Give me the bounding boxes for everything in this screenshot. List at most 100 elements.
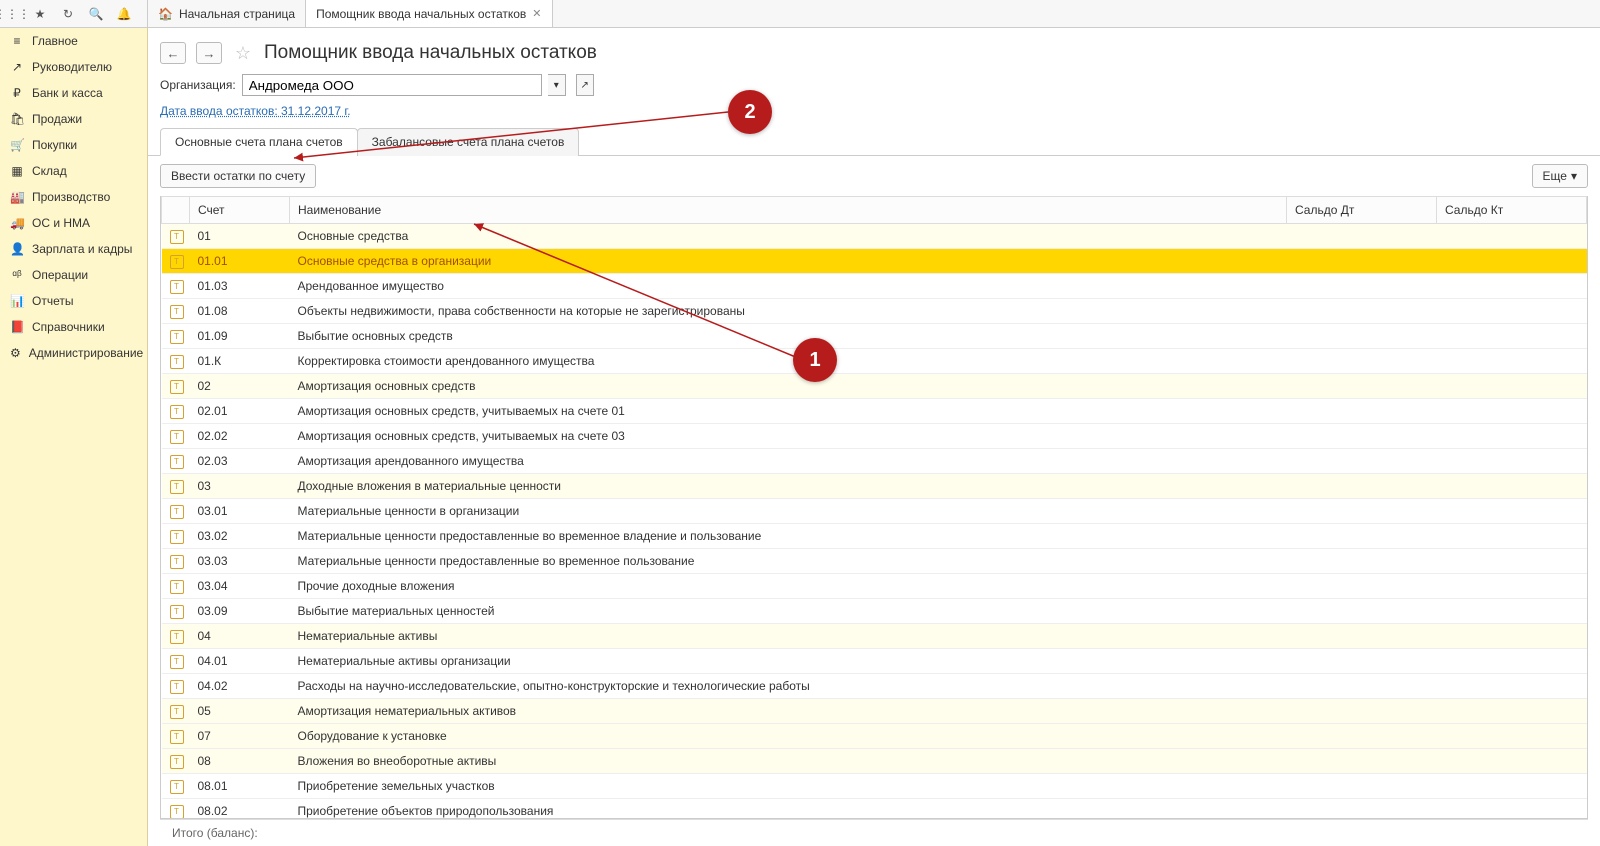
table-row[interactable]: Т03Доходные вложения в материальные ценн… xyxy=(162,474,1587,499)
open-button[interactable]: ↗ xyxy=(576,74,594,96)
table-row[interactable]: Т08.02Приобретение объектов природопольз… xyxy=(162,799,1587,820)
sidebar-item[interactable]: 🛒 Покупки xyxy=(0,132,147,158)
close-icon[interactable]: ✕ xyxy=(532,7,541,20)
col-debit[interactable]: Сальдо Дт xyxy=(1287,197,1437,224)
more-button[interactable]: Еще ▾ xyxy=(1532,164,1588,188)
row-debit xyxy=(1287,349,1437,374)
dropdown-button[interactable]: ▾ xyxy=(548,74,566,96)
tab-home[interactable]: 🏠 Начальная страница xyxy=(148,0,306,27)
history-icon[interactable]: ↻ xyxy=(60,6,76,22)
row-credit xyxy=(1437,674,1587,699)
table-row[interactable]: Т08.01Приобретение земельных участков xyxy=(162,774,1587,799)
row-debit xyxy=(1287,224,1437,249)
sidebar-label: Покупки xyxy=(32,138,77,152)
table-row[interactable]: Т05Амортизация нематериальных активов xyxy=(162,699,1587,724)
row-icon: Т xyxy=(162,374,190,399)
table-row[interactable]: Т01Основные средства xyxy=(162,224,1587,249)
row-icon: Т xyxy=(162,524,190,549)
col-account[interactable]: Счет xyxy=(190,197,290,224)
col-name[interactable]: Наименование xyxy=(290,197,1287,224)
enter-balance-button[interactable]: Ввести остатки по счету xyxy=(160,164,316,188)
tab-label: Помощник ввода начальных остатков xyxy=(316,7,526,21)
sidebar-item[interactable]: 🏭Производство xyxy=(0,184,147,210)
back-button[interactable]: ← xyxy=(160,42,186,64)
row-account: 03 xyxy=(190,474,290,499)
tab-assistant[interactable]: Помощник ввода начальных остатков ✕ xyxy=(306,0,552,27)
row-account: 05 xyxy=(190,699,290,724)
sidebar-icon: ⚙ xyxy=(10,346,21,360)
window-tabs: 🏠 Начальная страница Помощник ввода нача… xyxy=(148,0,553,27)
tab-offbalance-accounts[interactable]: Забалансовые счета плана счетов xyxy=(357,128,580,156)
apps-icon[interactable]: ⋮⋮⋮ xyxy=(4,6,20,22)
table-row[interactable]: Т01.08Объекты недвижимости, права собств… xyxy=(162,299,1587,324)
table-row[interactable]: Т03.03Материальные ценности предоставлен… xyxy=(162,549,1587,574)
row-account: 03.09 xyxy=(190,599,290,624)
sidebar-icon: 🛒 xyxy=(10,138,24,152)
row-debit xyxy=(1287,499,1437,524)
table-row[interactable]: Т02.02Амортизация основных средств, учит… xyxy=(162,424,1587,449)
row-debit xyxy=(1287,374,1437,399)
table-row[interactable]: Т01.ККорректировка стоимости арендованно… xyxy=(162,349,1587,374)
table-row[interactable]: Т01.01Основные средства в организации xyxy=(162,249,1587,274)
col-credit[interactable]: Сальдо Кт xyxy=(1437,197,1587,224)
row-account: 01.09 xyxy=(190,324,290,349)
sidebar-icon: 🛍 xyxy=(10,112,24,126)
sidebar-item[interactable]: 🚚ОС и НМА xyxy=(0,210,147,236)
row-name: Расходы на научно-исследовательские, опы… xyxy=(290,674,1287,699)
row-credit xyxy=(1437,624,1587,649)
search-icon[interactable]: 🔍 xyxy=(88,6,104,22)
bell-icon[interactable]: 🔔 xyxy=(116,6,132,22)
table-row[interactable]: Т04Нематериальные активы xyxy=(162,624,1587,649)
inner-tabs: Основные счета плана счетов Забалансовые… xyxy=(148,128,1600,156)
row-icon: Т xyxy=(162,499,190,524)
sidebar-item[interactable]: 🛍Продажи xyxy=(0,106,147,132)
row-name: Корректировка стоимости арендованного им… xyxy=(290,349,1287,374)
row-account: 07 xyxy=(190,724,290,749)
row-name: Доходные вложения в материальные ценност… xyxy=(290,474,1287,499)
row-debit xyxy=(1287,674,1437,699)
row-name: Материальные ценности предоставленные во… xyxy=(290,524,1287,549)
row-credit xyxy=(1437,299,1587,324)
row-credit xyxy=(1437,599,1587,624)
row-account: 03.01 xyxy=(190,499,290,524)
table-row[interactable]: Т01.03Арендованное имущество xyxy=(162,274,1587,299)
sidebar-item[interactable]: 📊Отчеты xyxy=(0,288,147,314)
sidebar-item[interactable]: 📕Справочники xyxy=(0,314,147,340)
table-row[interactable]: Т03.09Выбытие материальных ценностей xyxy=(162,599,1587,624)
table-row[interactable]: Т04.02Расходы на научно-исследовательски… xyxy=(162,674,1587,699)
row-debit xyxy=(1287,449,1437,474)
sidebar: ≡Главное↗Руководителю₽Банк и касса🛍Прода… xyxy=(0,28,148,846)
date-link[interactable]: Дата ввода остатков: 31.12.2017 г. xyxy=(160,104,351,118)
row-icon: Т xyxy=(162,299,190,324)
table-row[interactable]: Т04.01Нематериальные активы организации xyxy=(162,649,1587,674)
sidebar-item[interactable]: ᵅᵝОперации xyxy=(0,262,147,288)
sidebar-item[interactable]: 👤Зарплата и кадры xyxy=(0,236,147,262)
sidebar-icon: ₽ xyxy=(10,86,24,100)
sidebar-label: Склад xyxy=(32,164,67,178)
table-row[interactable]: Т02.01Амортизация основных средств, учит… xyxy=(162,399,1587,424)
accounts-table-wrap[interactable]: Счет Наименование Сальдо Дт Сальдо Кт Т0… xyxy=(160,196,1588,819)
table-row[interactable]: Т03.01Материальные ценности в организаци… xyxy=(162,499,1587,524)
favorite-button[interactable]: ☆ xyxy=(232,42,254,64)
sidebar-item[interactable]: ₽Банк и касса xyxy=(0,80,147,106)
table-row[interactable]: Т02.03Амортизация арендованного имуществ… xyxy=(162,449,1587,474)
sidebar-item[interactable]: ⚙Администрирование xyxy=(0,340,147,366)
table-row[interactable]: Т02Амортизация основных средств xyxy=(162,374,1587,399)
table-row[interactable]: Т03.02Материальные ценности предоставлен… xyxy=(162,524,1587,549)
table-row[interactable]: Т03.04Прочие доходные вложения xyxy=(162,574,1587,599)
sidebar-item[interactable]: ≡Главное xyxy=(0,28,147,54)
sidebar-item[interactable]: ↗Руководителю xyxy=(0,54,147,80)
tab-main-accounts[interactable]: Основные счета плана счетов xyxy=(160,128,358,156)
sidebar-item[interactable]: ▦Склад xyxy=(0,158,147,184)
organization-input[interactable] xyxy=(242,74,542,96)
star-icon[interactable]: ★ xyxy=(32,6,48,22)
table-row[interactable]: Т08Вложения во внеоборотные активы xyxy=(162,749,1587,774)
row-name: Материальные ценности предоставленные во… xyxy=(290,549,1287,574)
row-credit xyxy=(1437,399,1587,424)
row-debit xyxy=(1287,624,1437,649)
table-row[interactable]: Т07Оборудование к установке xyxy=(162,724,1587,749)
forward-button[interactable]: → xyxy=(196,42,222,64)
row-debit xyxy=(1287,599,1437,624)
row-debit xyxy=(1287,399,1437,424)
table-row[interactable]: Т01.09Выбытие основных средств xyxy=(162,324,1587,349)
